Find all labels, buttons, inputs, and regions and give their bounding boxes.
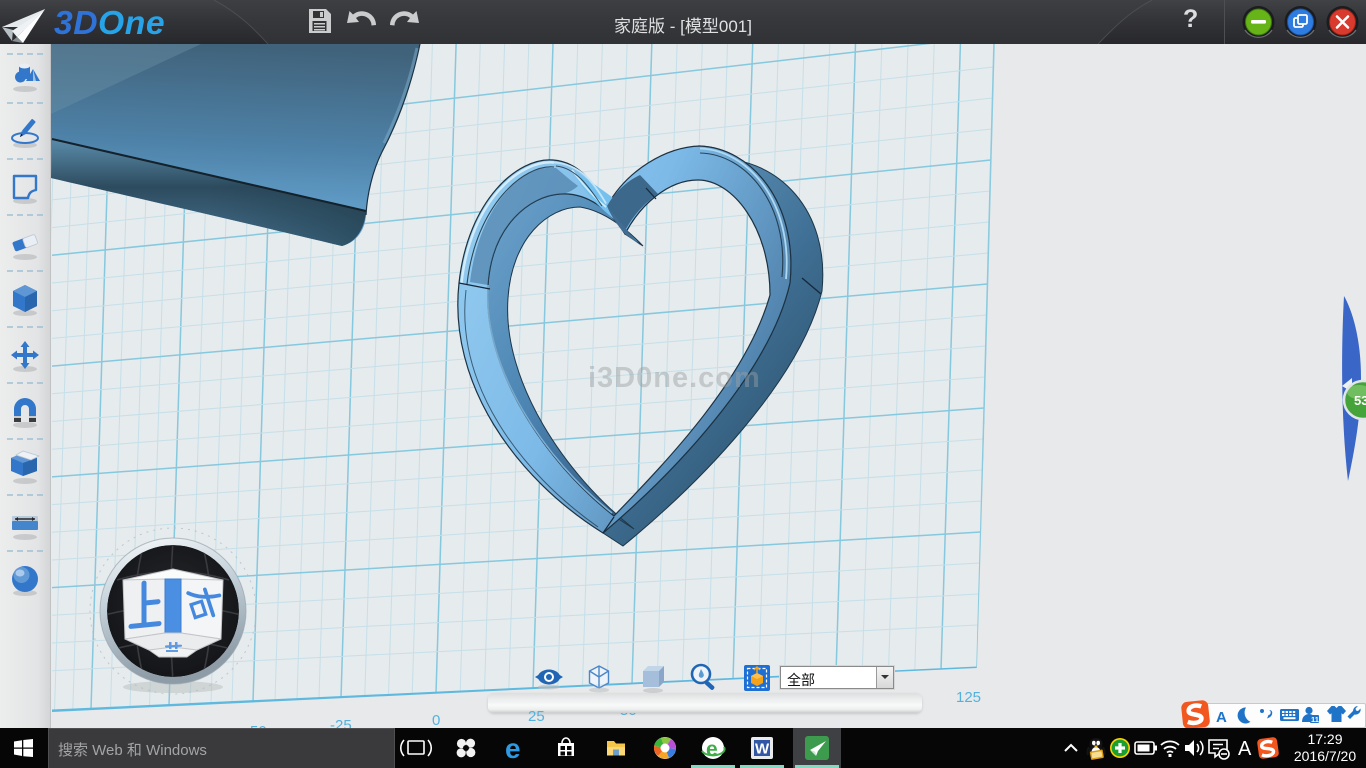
svg-text:11: 11 — [1311, 715, 1319, 724]
svg-text:A: A — [1216, 709, 1227, 726]
svg-text:e: e — [706, 738, 718, 761]
svg-text:e: e — [505, 733, 521, 764]
svg-text:W: W — [755, 741, 770, 758]
svg-text:A: A — [1238, 738, 1252, 760]
svg-text:53: 53 — [1354, 393, 1366, 408]
